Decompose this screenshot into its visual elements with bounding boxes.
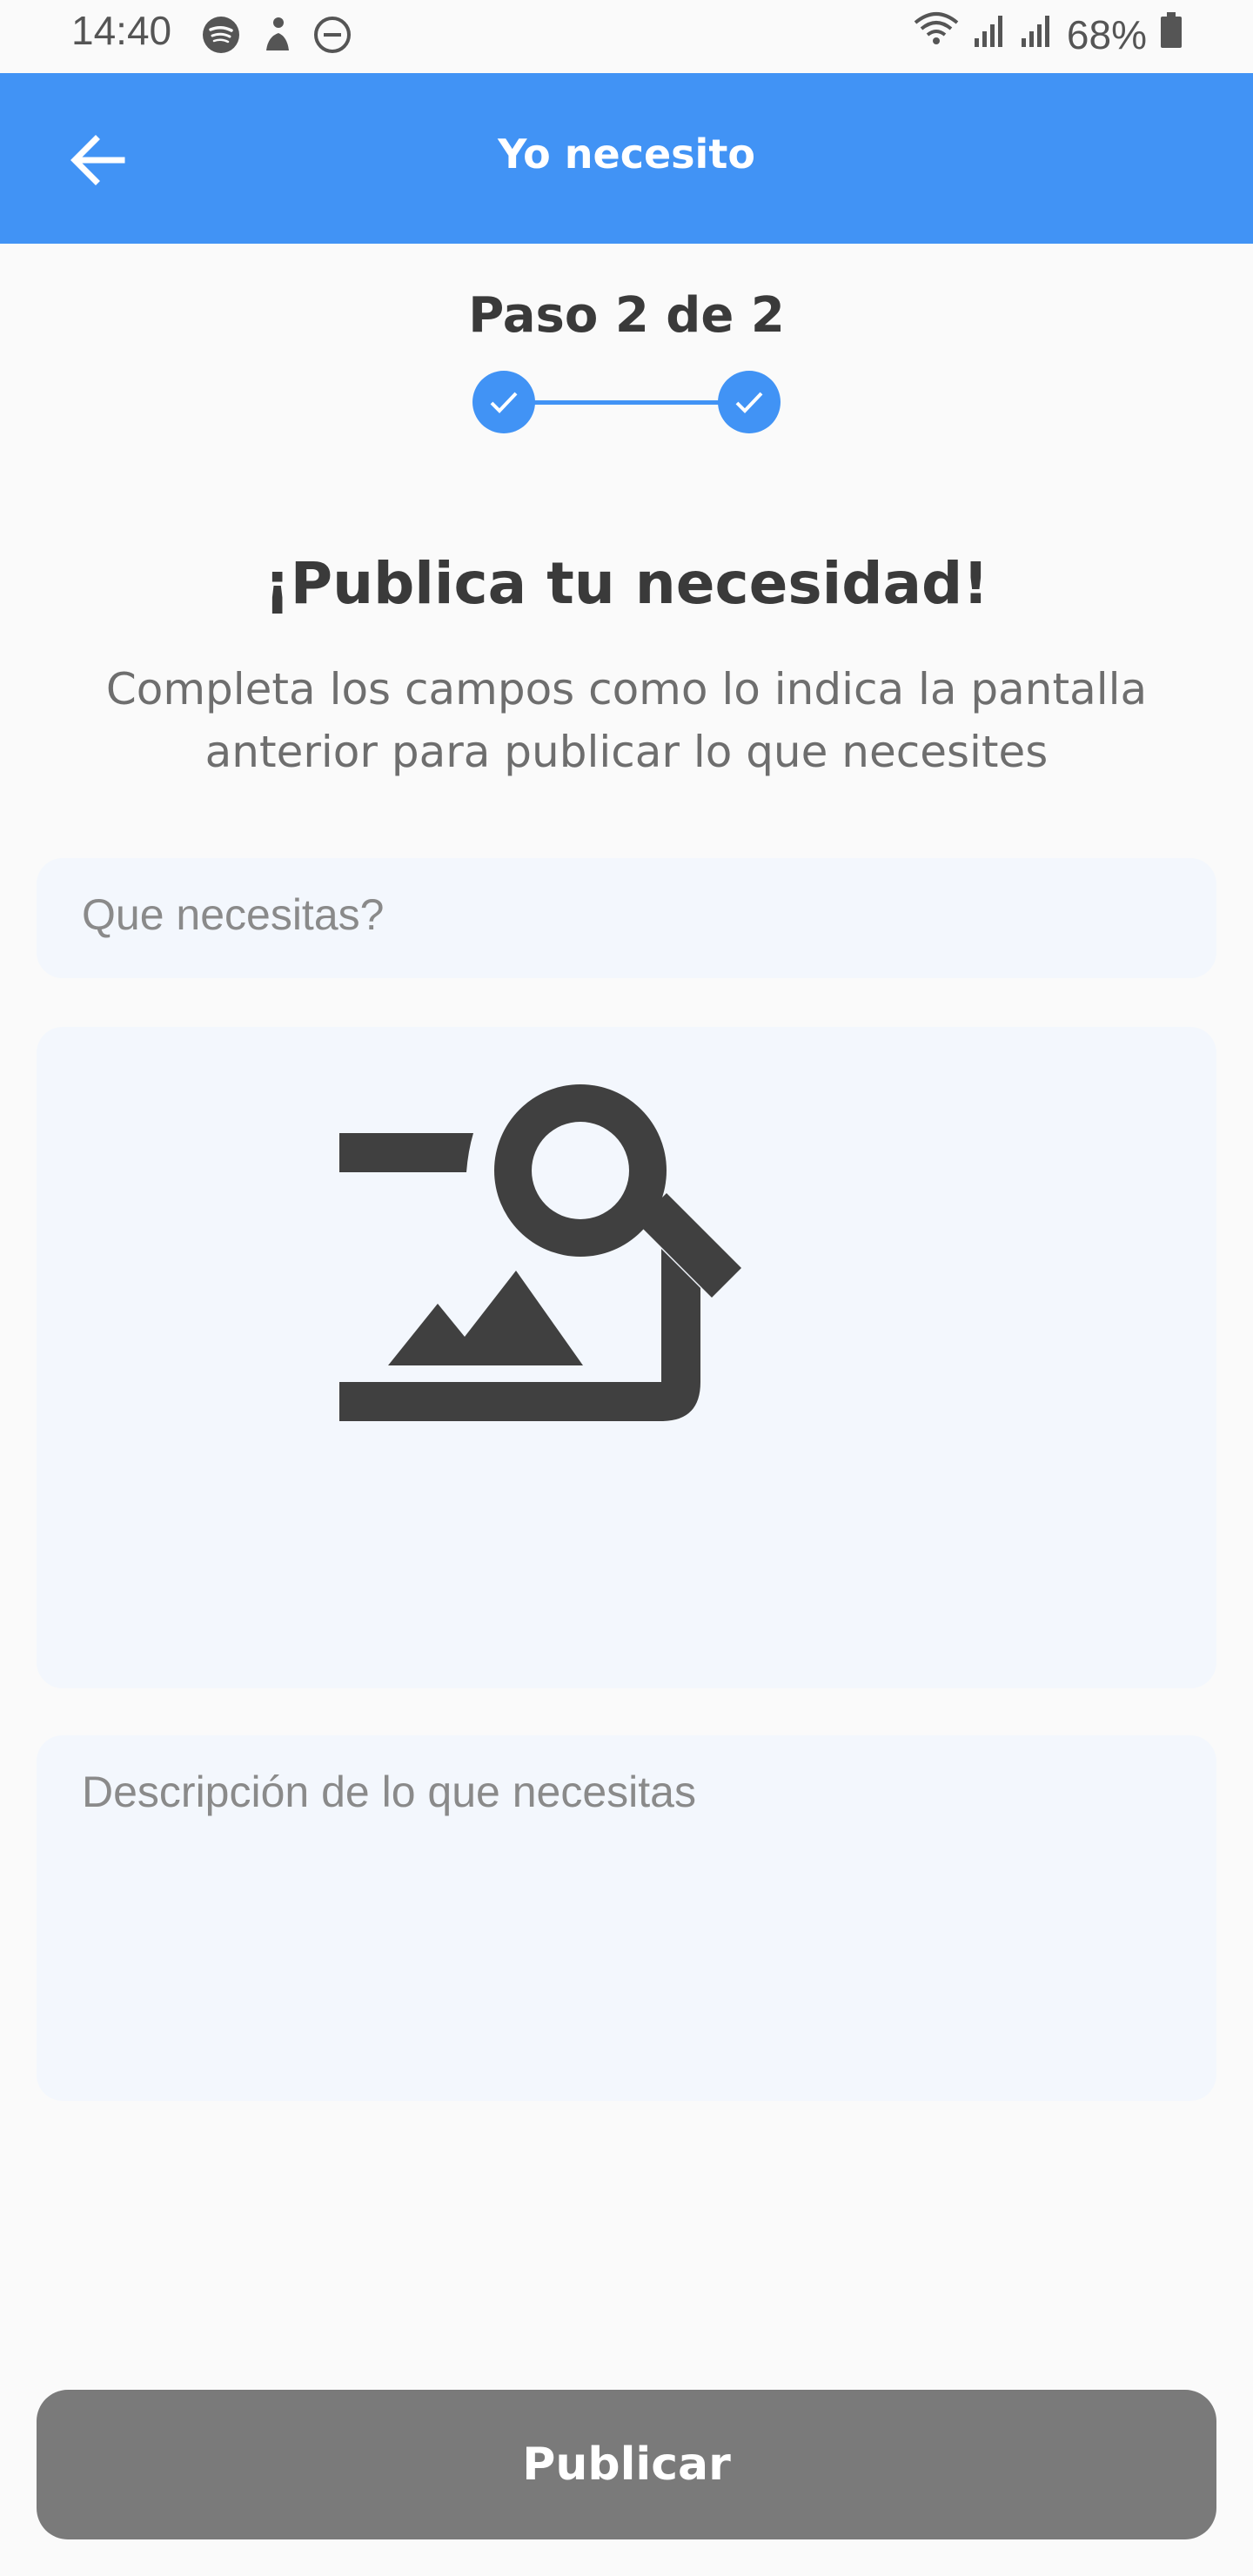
stepper-line [504, 400, 749, 405]
battery-icon [1159, 10, 1183, 58]
step-1-complete [472, 371, 535, 433]
spotify-icon [202, 16, 240, 57]
image-picker[interactable] [37, 1027, 1216, 1688]
need-title-input[interactable] [82, 889, 1171, 940]
do-not-disturb-icon [313, 16, 352, 57]
wifi-icon [912, 10, 961, 58]
signal-icon [1020, 10, 1055, 58]
step-2-complete [718, 371, 781, 433]
stepper [472, 371, 781, 433]
page-subtitle: Completa los campos como lo indica la pa… [105, 664, 1148, 777]
step-label: Paso 2 de 2 [468, 287, 785, 344]
need-description-field[interactable] [37, 1735, 1216, 2101]
battery-percent: 68% [1066, 11, 1147, 57]
publish-button[interactable]: Publicar [37, 2390, 1216, 2539]
status-bar: 14:40 68% [0, 0, 1253, 73]
need-description-input[interactable] [82, 1767, 1171, 2063]
status-time: 14:40 [71, 8, 172, 53]
check-icon [490, 392, 518, 413]
check-icon [735, 392, 763, 413]
signal-icon [973, 10, 1008, 58]
fitness-icon [259, 16, 294, 57]
need-title-field[interactable] [37, 858, 1216, 978]
image-search-icon [339, 1084, 741, 1421]
app-bar: Yo necesito [0, 73, 1253, 244]
app-bar-title: Yo necesito [498, 131, 755, 178]
page-headline: ¡Publica tu necesidad! [264, 550, 989, 617]
